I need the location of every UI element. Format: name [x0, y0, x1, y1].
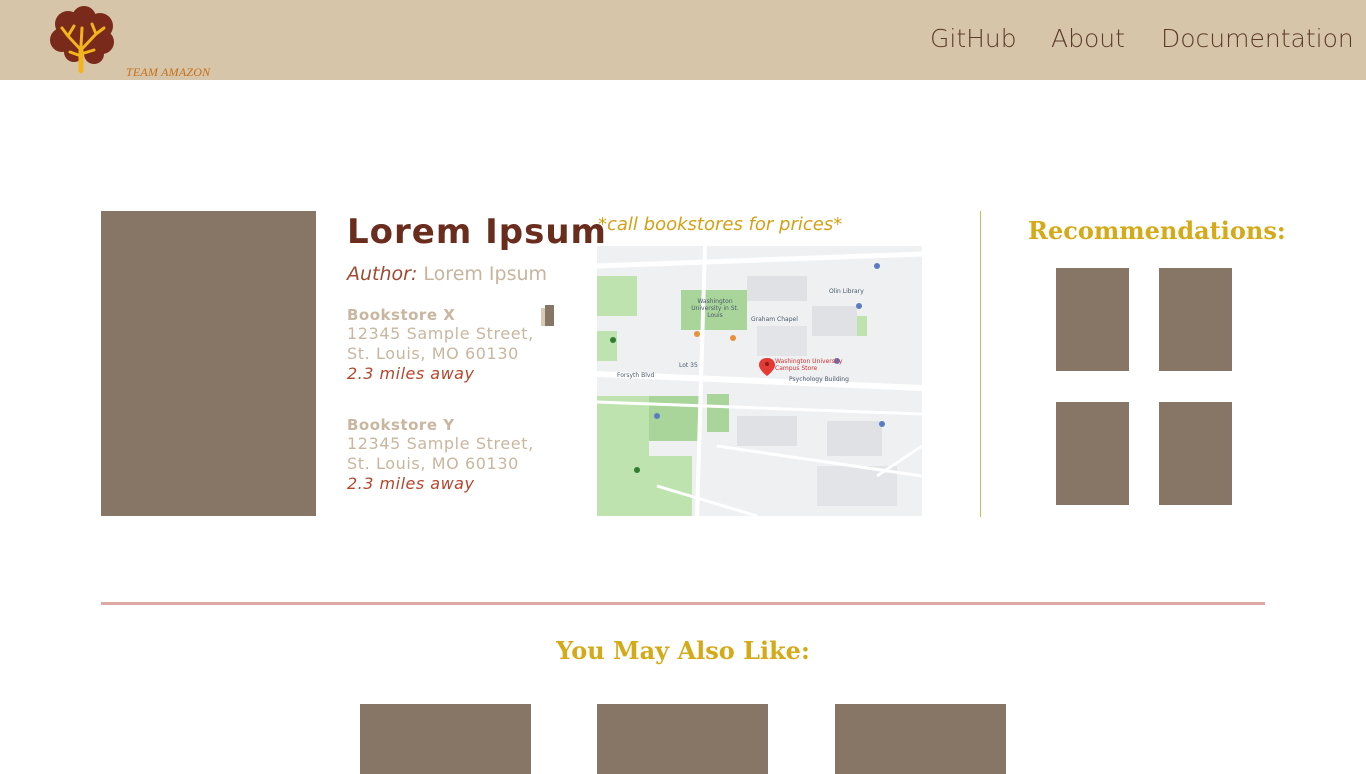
map-label: Olin Library: [829, 288, 864, 295]
horizontal-divider: [101, 602, 1265, 605]
section-divider: [980, 211, 981, 517]
team-amazon-logo[interactable]: TEAM AMAZON: [44, 6, 210, 79]
you-may-also-like-title: You May Also Like:: [556, 636, 810, 665]
map-label: Lot 35: [679, 362, 698, 369]
recommendation-book-cover[interactable]: [1056, 268, 1129, 371]
book-cover-image: [101, 211, 316, 516]
nav-link-about[interactable]: About: [1051, 24, 1125, 53]
map-graphic: [597, 246, 922, 516]
map-label: Psychology Building: [789, 376, 849, 383]
bookstore-map[interactable]: Washington University in St. Louis Forsy…: [597, 246, 922, 516]
top-navbar: TEAM AMAZON GitHub About Documentation: [0, 0, 1366, 80]
book-author: Author: Lorem Ipsum: [347, 263, 547, 285]
bookstore-name: Bookstore Y: [347, 416, 455, 434]
nav-link-documentation[interactable]: Documentation: [1161, 24, 1354, 53]
bookstore-entry[interactable]: Bookstore Y 12345 Sample Street, St. Lou…: [347, 416, 567, 493]
author-label: Author:: [347, 263, 418, 285]
also-like-book-cover[interactable]: [597, 704, 768, 774]
also-like-book-cover[interactable]: [835, 704, 1006, 774]
map-pin-label: Washington University Campus Store: [775, 358, 842, 372]
recommendation-book-cover[interactable]: [1056, 402, 1129, 505]
map-pin-label-line1: Washington University: [775, 358, 843, 365]
bookstore-distance: 2.3 miles away: [347, 474, 475, 493]
map-pin-label-line2: Campus Store: [775, 365, 818, 372]
also-like-book-cover[interactable]: [360, 704, 531, 774]
recommendations-title: Recommendations:: [1028, 216, 1286, 245]
bookstore-address-line2: St. Louis, MO 60130: [347, 344, 519, 363]
bookstore-address-line1: 12345 Sample Street,: [347, 324, 534, 343]
store-list-scrollbar-thumb[interactable]: [545, 305, 554, 326]
recommendation-book-cover[interactable]: [1159, 402, 1232, 505]
recommendation-book-cover[interactable]: [1159, 268, 1232, 371]
map-label: Graham Chapel: [751, 316, 798, 323]
author-name: Lorem Ipsum: [423, 263, 548, 285]
bookstore-address-line2: St. Louis, MO 60130: [347, 454, 519, 473]
logo-text: TEAM AMAZON: [126, 65, 211, 79]
bookstore-distance: 2.3 miles away: [347, 364, 475, 383]
bookstore-entry[interactable]: Bookstore X 12345 Sample Street, St. Lou…: [347, 306, 567, 383]
map-label: Forsyth Blvd: [617, 372, 655, 379]
book-title: Lorem Ipsum: [347, 212, 607, 252]
bookstore-name: Bookstore X: [347, 306, 456, 324]
map-label: Washington University in St. Louis: [691, 298, 739, 319]
bookstore-address-line1: 12345 Sample Street,: [347, 434, 534, 453]
nav-link-github[interactable]: GitHub: [930, 24, 1017, 53]
call-bookstores-note: *call bookstores for prices*: [598, 214, 843, 235]
